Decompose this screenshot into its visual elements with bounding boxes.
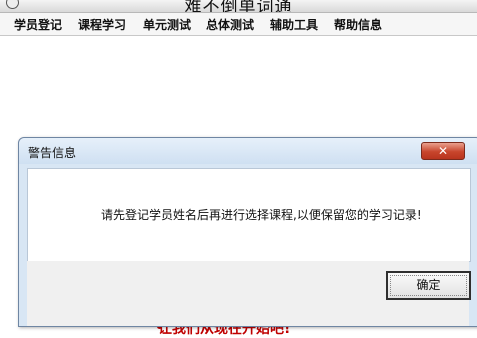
menu-item-overall-test[interactable]: 总体测试	[206, 16, 254, 33]
menu-item-tools[interactable]: 辅助工具	[270, 16, 318, 33]
close-icon: ✕	[437, 144, 449, 158]
dialog-footer: 确定	[27, 261, 471, 326]
menu-item-student-register[interactable]: 学员登记	[14, 16, 62, 33]
ok-button[interactable]: 确定	[386, 271, 471, 300]
focus-ring	[390, 275, 467, 296]
app-title: 难不倒单词通	[184, 0, 293, 13]
menu-item-unit-test[interactable]: 单元测试	[143, 16, 191, 33]
menu-item-course-study[interactable]: 课程学习	[78, 16, 126, 33]
dialog-message: 请先登记学员姓名后再进行选择课程,以便保留您的学习记录!	[101, 208, 422, 222]
menu-item-help[interactable]: 帮助信息	[334, 16, 382, 33]
dialog-body: 请先登记学员姓名后再进行选择课程,以便保留您的学习记录!	[27, 168, 471, 262]
app-titlebar: 难不倒单词通	[0, 0, 477, 13]
dialog-title: 警告信息	[28, 146, 77, 160]
dialog-titlebar: 警告信息 ✕	[19, 138, 477, 164]
warning-dialog: 警告信息 ✕ 请先登记学员姓名后再进行选择课程,以便保留您的学习记录! 确定	[18, 137, 477, 327]
menu-bar: 学员登记 课程学习 单元测试 总体测试 辅助工具 帮助信息	[0, 13, 477, 36]
close-button[interactable]: ✕	[421, 142, 465, 160]
